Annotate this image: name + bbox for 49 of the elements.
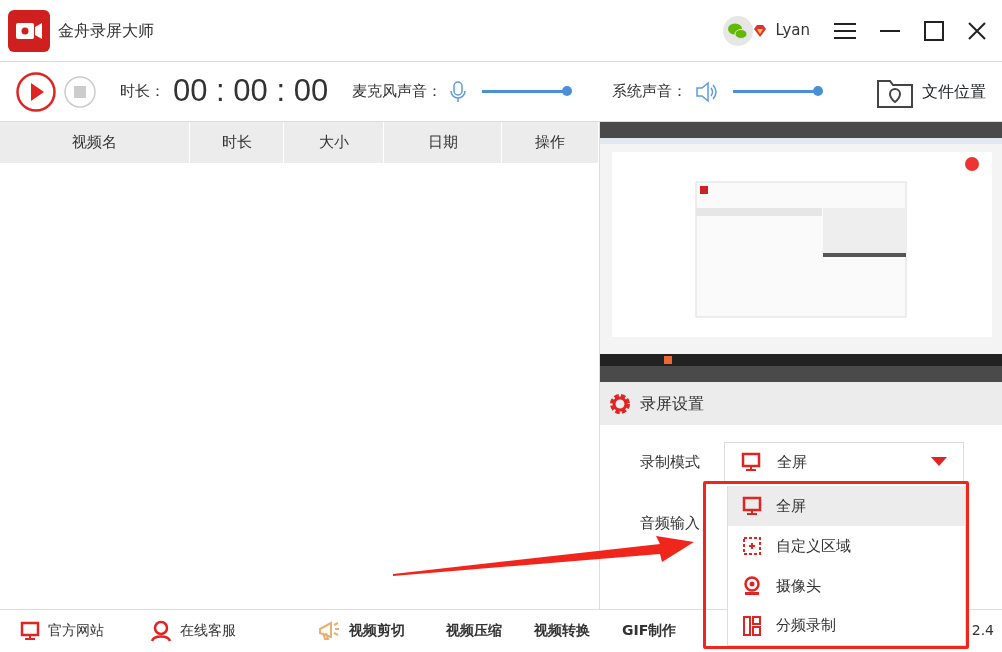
region-select-icon <box>742 536 762 556</box>
column-header: 大小 <box>284 122 384 163</box>
field-label: 录制模式 <box>640 451 701 473</box>
megaphone-icon <box>317 619 341 642</box>
speaker-icon <box>695 80 718 103</box>
window-title: 金舟录屏大师 <box>58 19 154 42</box>
monitor-icon <box>20 620 40 641</box>
footer-link[interactable]: GIF制作 <box>622 620 710 641</box>
menu-icon[interactable] <box>834 21 856 40</box>
microphone-icon <box>450 80 467 103</box>
person-icon <box>150 619 172 642</box>
wechat-icon[interactable] <box>723 15 754 46</box>
column-header: 操作 <box>502 122 599 163</box>
app-logo-icon <box>8 9 50 52</box>
close-icon[interactable] <box>968 21 986 40</box>
monitor-icon <box>742 496 762 516</box>
maximize-icon[interactable] <box>924 20 944 41</box>
footer-link[interactable]: 官方网站 <box>20 620 150 641</box>
username: Lyan <box>775 20 810 42</box>
footer-link[interactable]: 视频转换 <box>534 620 622 641</box>
monitor-icon <box>741 452 761 472</box>
footer-link[interactable]: 视频压缩 <box>446 620 534 641</box>
dropdown-item[interactable]: 自定义区域 <box>727 526 966 566</box>
record-button[interactable] <box>16 71 56 112</box>
duration-label: 时长： <box>120 81 165 103</box>
gear-icon <box>608 391 632 416</box>
mode-dropdown[interactable]: 全屏 <box>724 442 964 482</box>
dropdown-item[interactable]: 摄像头 <box>727 566 966 606</box>
duration-timer: 00 : 00 : 00 <box>173 72 329 111</box>
split-layout-icon <box>742 615 762 636</box>
slider-handle[interactable] <box>562 86 573 96</box>
field-label: 音频输入 <box>640 513 700 534</box>
selected-value: 全屏 <box>777 451 808 473</box>
file-location-button[interactable]: 文件位置 <box>876 74 986 109</box>
dropdown-item[interactable]: 全屏 <box>727 486 966 526</box>
mic-volume-label: 麦克风声音： <box>352 81 443 103</box>
footer-link[interactable]: 在线客服 <box>150 619 285 642</box>
column-header: 视频名 <box>0 122 190 163</box>
version-text: 2.4 <box>971 621 994 640</box>
settings-title: 录屏设置 <box>640 392 704 415</box>
diamond-icon <box>753 23 768 38</box>
column-header: 时长 <box>190 122 284 163</box>
footer-link[interactable]: 视频剪切 <box>317 619 446 642</box>
slider-handle[interactable] <box>813 86 824 96</box>
column-header: 日期 <box>384 122 502 163</box>
system-volume-label: 系统声音： <box>612 81 688 103</box>
webcam-icon <box>742 576 762 596</box>
dropdown-item[interactable]: 分频录制 <box>727 606 966 646</box>
caret-icon <box>931 457 947 467</box>
